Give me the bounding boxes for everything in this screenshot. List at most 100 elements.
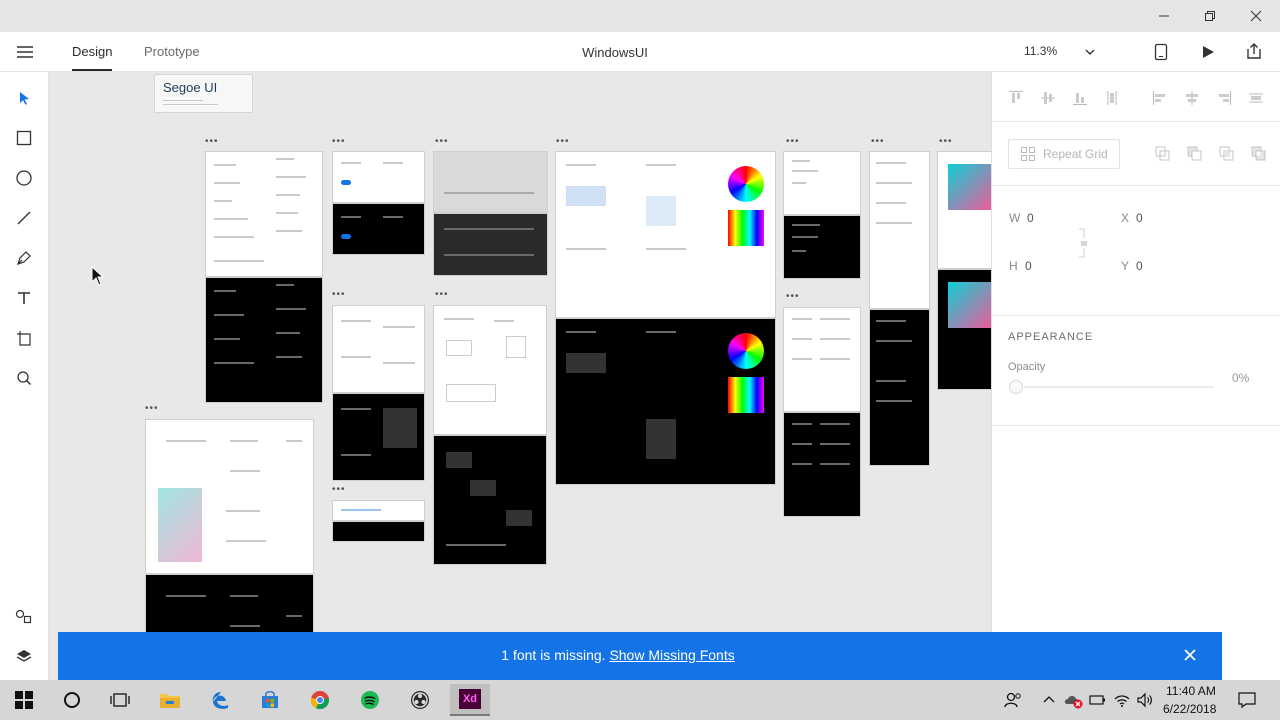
- select-tool[interactable]: [12, 86, 36, 110]
- artboard-textbox-light[interactable]: [332, 305, 425, 393]
- artboard-controls-light[interactable]: [205, 151, 323, 277]
- artboard-toggles-light[interactable]: [332, 151, 425, 203]
- artboard-dialogs-light[interactable]: [433, 305, 547, 435]
- opacity-slider-track[interactable]: [1024, 386, 1214, 388]
- onedrive-error-icon[interactable]: [1064, 691, 1084, 709]
- artboard-acrylic-dark[interactable]: [937, 269, 991, 390]
- play-preview-button[interactable]: [1200, 44, 1216, 65]
- artboard-menu[interactable]: •••: [332, 136, 346, 147]
- pen-icon: [17, 251, 31, 265]
- volume-icon[interactable]: [1136, 691, 1154, 709]
- artboard-icons-dark[interactable]: [783, 412, 861, 517]
- artboard-menu[interactable]: •••: [435, 289, 449, 300]
- y-field[interactable]: 0: [1136, 259, 1143, 273]
- font-card-sample-line: [163, 104, 218, 105]
- clock-date[interactable]: 6/22/2018: [1163, 702, 1216, 716]
- wifi-icon[interactable]: [1113, 691, 1131, 709]
- artboard-menu[interactable]: •••: [786, 136, 800, 147]
- taskbar-store[interactable]: [250, 684, 290, 716]
- cortana-button[interactable]: [52, 684, 92, 716]
- artboard-progress-dark[interactable]: [332, 521, 425, 542]
- artboard-progress-light[interactable]: [332, 500, 425, 521]
- line-tool[interactable]: [12, 206, 36, 230]
- artboard-menu[interactable]: •••: [939, 136, 953, 147]
- artboard-menu[interactable]: •••: [556, 136, 570, 147]
- text-tool[interactable]: [12, 286, 36, 310]
- artboard-menu[interactable]: •••: [435, 136, 449, 147]
- artboard-lists-light[interactable]: [869, 151, 930, 309]
- taskbar-file-explorer[interactable]: [150, 684, 190, 716]
- task-view-icon: [110, 693, 130, 707]
- artboard-textbox-dark[interactable]: [332, 393, 425, 481]
- boolean-add-icon[interactable]: [1155, 146, 1171, 162]
- boolean-exclude-icon[interactable]: [1251, 146, 1267, 162]
- zoom-dropdown-button[interactable]: [1084, 45, 1096, 63]
- artboard-menu[interactable]: •••: [332, 289, 346, 300]
- taskbar-spotify[interactable]: [350, 684, 390, 716]
- layers-button[interactable]: [12, 644, 36, 668]
- show-missing-fonts-link[interactable]: Show Missing Fonts: [609, 647, 734, 663]
- align-right-icon[interactable]: [1216, 90, 1232, 106]
- store-bag-icon: [262, 691, 278, 708]
- artboard-menu[interactable]: •••: [786, 291, 800, 302]
- distribute-vertical-icon[interactable]: [1104, 90, 1120, 106]
- close-window-button[interactable]: [1233, 0, 1279, 32]
- boolean-subtract-icon[interactable]: [1187, 146, 1203, 162]
- start-button[interactable]: [4, 684, 44, 716]
- height-field[interactable]: 0: [1025, 259, 1032, 273]
- align-center-icon[interactable]: [1184, 90, 1200, 106]
- artboard-menu[interactable]: •••: [145, 403, 159, 414]
- people-icon[interactable]: [1004, 691, 1022, 709]
- artboard-acrylic-light[interactable]: [937, 151, 991, 269]
- pen-tool[interactable]: [12, 246, 36, 270]
- artboard-toggles-dark[interactable]: [332, 203, 425, 255]
- artboard-buttons-light[interactable]: [145, 419, 314, 574]
- artboard-typography-dark[interactable]: [783, 215, 861, 279]
- chevron-up-icon[interactable]: [1043, 694, 1055, 704]
- artboard-dialogs-dark[interactable]: [433, 435, 547, 565]
- lock-aspect-icon[interactable]: [1078, 228, 1088, 258]
- align-top-icon[interactable]: [1008, 90, 1024, 106]
- artboard-pickers-light[interactable]: [555, 151, 776, 318]
- opacity-slider-thumb[interactable]: [1009, 380, 1023, 394]
- artboard-menu[interactable]: •••: [205, 136, 219, 147]
- width-field[interactable]: 0: [1027, 211, 1034, 225]
- artboard-menu[interactable]: •••: [332, 484, 346, 495]
- taskbar-chrome[interactable]: [300, 684, 340, 716]
- task-view-button[interactable]: [100, 684, 140, 716]
- distribute-horizontal-icon[interactable]: [1248, 90, 1264, 106]
- restore-button[interactable]: [1187, 0, 1233, 32]
- artboard-icons-light[interactable]: [783, 307, 861, 412]
- artboard-tool[interactable]: [12, 326, 36, 350]
- design-canvas[interactable]: Segoe UI ••• ••• ••• ••• ••• ••• ••• •••…: [49, 72, 991, 680]
- zoom-tool[interactable]: [12, 366, 36, 390]
- opacity-value[interactable]: 0%: [1232, 371, 1249, 385]
- artboard-menu[interactable]: •••: [871, 136, 885, 147]
- artboard-controls-dark[interactable]: [205, 277, 323, 403]
- x-field[interactable]: 0: [1136, 211, 1143, 225]
- align-middle-icon[interactable]: [1040, 90, 1056, 106]
- align-bottom-icon[interactable]: [1072, 90, 1088, 106]
- boolean-intersect-icon[interactable]: [1219, 146, 1235, 162]
- artboard-typography-light[interactable]: [783, 151, 861, 215]
- artboard-media-light[interactable]: [433, 151, 548, 213]
- minimize-button[interactable]: [1141, 0, 1187, 32]
- symbols-button[interactable]: [12, 604, 36, 628]
- align-left-icon[interactable]: [1152, 90, 1168, 106]
- artboard-media-dark[interactable]: [433, 213, 548, 276]
- banner-close-button[interactable]: [1183, 648, 1197, 667]
- taskbar-adobe-xd[interactable]: Xd: [450, 684, 490, 716]
- ellipse-tool[interactable]: [12, 166, 36, 190]
- battery-icon[interactable]: [1089, 693, 1107, 707]
- taskbar-edge[interactable]: [201, 684, 241, 716]
- share-button[interactable]: [1245, 42, 1263, 65]
- rectangle-tool[interactable]: [12, 126, 36, 150]
- taskbar-obs[interactable]: [400, 684, 440, 716]
- artboard-pickers-dark[interactable]: [555, 318, 776, 485]
- device-preview-button[interactable]: [1154, 43, 1168, 66]
- action-center-icon[interactable]: [1238, 691, 1256, 709]
- clock-time[interactable]: 11:40 AM: [1166, 684, 1216, 698]
- artboard-lists-dark[interactable]: [869, 309, 930, 466]
- repeat-grid-button[interactable]: Repeat Grid: [1008, 139, 1120, 169]
- zoom-level[interactable]: 11.3%: [1024, 44, 1057, 58]
